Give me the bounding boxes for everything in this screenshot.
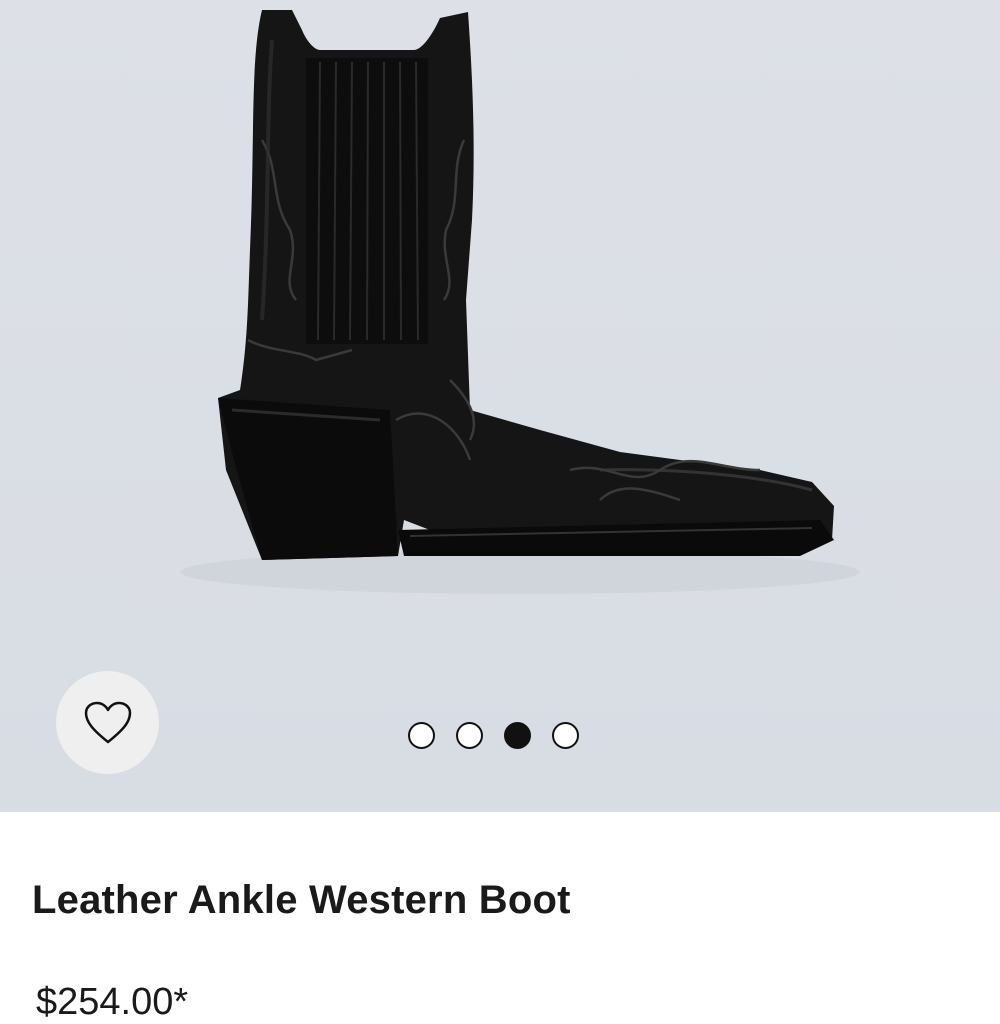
boot-illustration — [180, 10, 860, 594]
heart-outline-icon — [84, 701, 131, 743]
product-price: $254.00* — [36, 981, 189, 1023]
product-title: Leather Ankle Western Boot — [32, 878, 571, 922]
product-image — [180, 10, 860, 594]
carousel-dot-4[interactable] — [552, 721, 579, 749]
carousel-dot-3-active[interactable] — [504, 721, 531, 749]
carousel-dot-2[interactable] — [456, 721, 483, 749]
product-gallery[interactable] — [0, 0, 1000, 812]
carousel-dot-1[interactable] — [408, 721, 435, 749]
wishlist-button[interactable] — [56, 671, 159, 774]
carousel-pagination — [408, 720, 579, 750]
